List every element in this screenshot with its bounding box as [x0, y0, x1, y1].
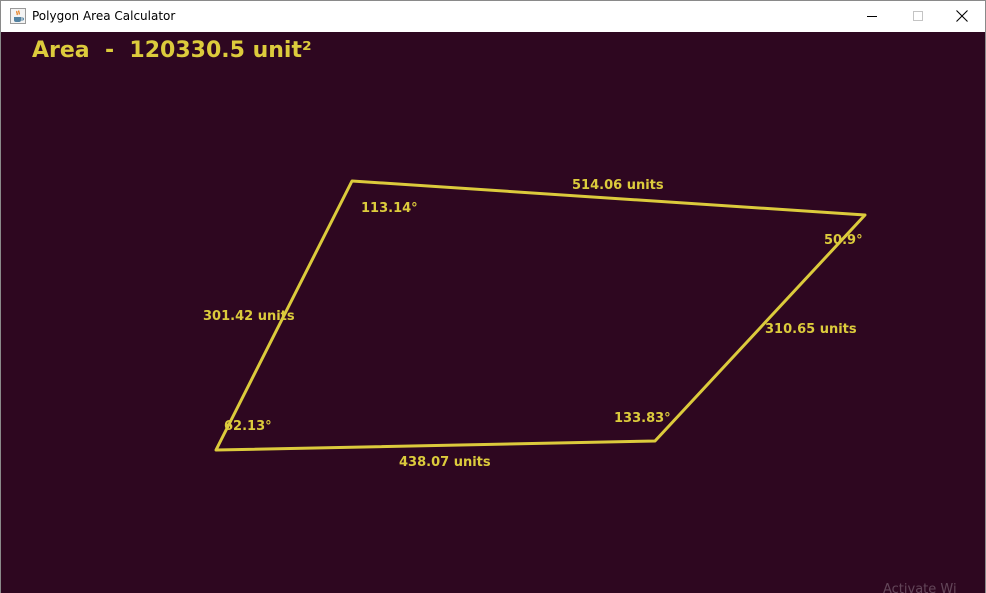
maximize-button[interactable] — [895, 1, 941, 31]
polygon-shape — [214, 179, 867, 452]
angle-label-bottom-right: 133.83° — [614, 411, 671, 426]
side-label-right: 310.65 units — [765, 322, 857, 337]
title-bar[interactable]: Polygon Area Calculator — [1, 1, 985, 31]
close-button[interactable] — [939, 1, 985, 31]
maximize-icon — [912, 7, 924, 26]
window-title: Polygon Area Calculator — [32, 9, 176, 23]
drawing-canvas[interactable]: Area - 120330.5 unit² 514.06 units 301.4… — [1, 32, 985, 593]
minimize-icon — [866, 7, 878, 26]
angle-label-bottom-left: 62.13° — [224, 419, 272, 434]
polygon-drawing: 514.06 units 301.42 units 310.65 units 4… — [203, 178, 867, 470]
java-cup-icon[interactable] — [10, 8, 26, 24]
side-label-left: 301.42 units — [203, 309, 295, 324]
side-label-bottom: 438.07 units — [399, 455, 491, 470]
angle-label-top-left: 113.14° — [361, 201, 418, 216]
activate-windows-watermark: Activate Wi — [883, 582, 957, 593]
app-window: Polygon Area Calculator Area - 120330.5 … — [0, 0, 986, 593]
side-label-top: 514.06 units — [572, 178, 664, 193]
angle-label-top-right: 50.9° — [824, 233, 863, 248]
close-icon — [956, 7, 968, 26]
minimize-button[interactable] — [849, 1, 895, 31]
